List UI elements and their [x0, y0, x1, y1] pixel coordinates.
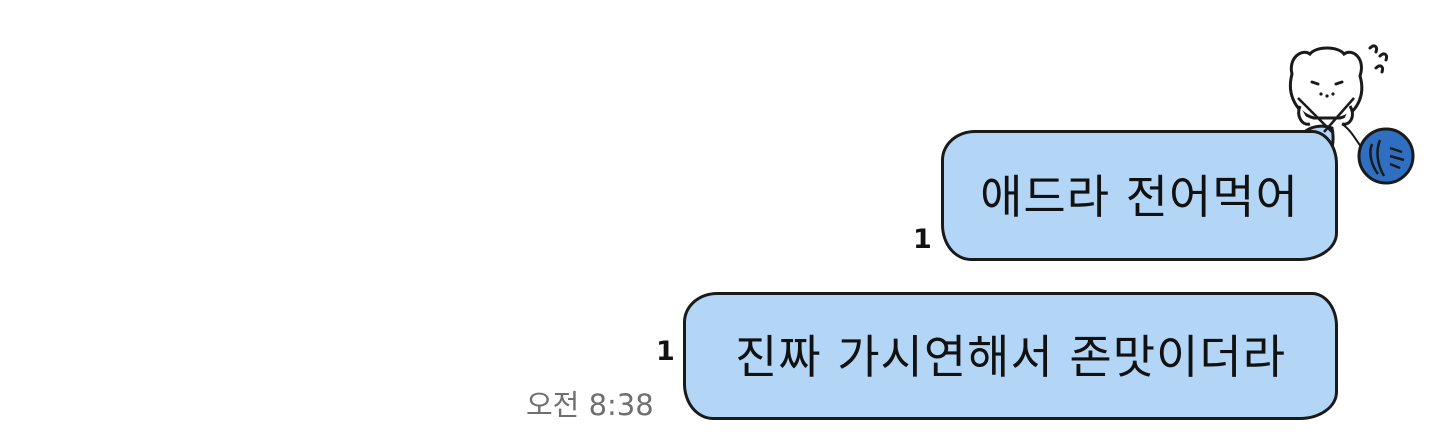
- message-text: 애드라 전어먹어: [980, 169, 1299, 224]
- message-text: 진짜 가시연해서 존맛이더라: [734, 330, 1287, 384]
- message-bubble[interactable]: 애드라 전어먹어: [941, 130, 1338, 261]
- unread-count: 1: [913, 224, 932, 255]
- unread-count: 1: [656, 336, 675, 367]
- message-timestamp: 오전 8:38: [526, 388, 654, 422]
- message-bubble[interactable]: 진짜 가시연해서 존맛이더라: [683, 292, 1338, 420]
- chat-area: 1 애드라 전어먹어 1 오전 8:38 진짜 가시연해서 존맛이더라: [0, 0, 1440, 445]
